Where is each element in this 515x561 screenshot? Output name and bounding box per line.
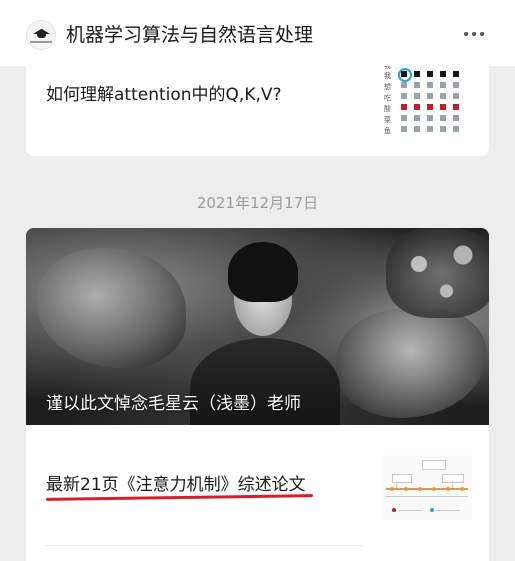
account-avatar[interactable] <box>26 20 56 50</box>
cover-photo[interactable]: 谨以此文悼念毛星云（浅墨）老师 <box>26 228 489 425</box>
thumbnail-row-label: 我 <box>384 72 391 80</box>
thumbnail-row-label: 酸 <box>384 105 391 113</box>
date-divider: 2021年12月17日 <box>196 194 319 212</box>
article-title[interactable]: 如何理解attention中的Q,K,V? <box>46 83 282 107</box>
thumbnail-row-label: 想 <box>384 83 391 91</box>
more-dots-icon[interactable] <box>462 32 486 38</box>
divider <box>46 545 364 546</box>
feature-card[interactable]: 谨以此文悼念毛星云（浅墨）老师 最新21页《注意力机制》综述论文 <box>26 228 489 561</box>
article-link-title[interactable]: 最新21页《注意力机制》综述论文 <box>46 473 306 497</box>
article-thumbnail[interactable] <box>382 454 472 520</box>
article-thumbnail[interactable]: 我 我 想 吃 酸 菜 鱼 <box>382 62 468 136</box>
account-header: 机器学习算法与自然语言处理 <box>0 0 515 66</box>
account-name[interactable]: 机器学习算法与自然语言处理 <box>66 22 313 48</box>
thumbnail-row-label: 菜 <box>384 116 391 124</box>
cover-caption[interactable]: 谨以此文悼念毛星云（浅墨）老师 <box>46 393 301 415</box>
thumbnail-row-label: 吃 <box>384 94 391 102</box>
thumbnail-row-label: 鱼 <box>384 127 391 135</box>
